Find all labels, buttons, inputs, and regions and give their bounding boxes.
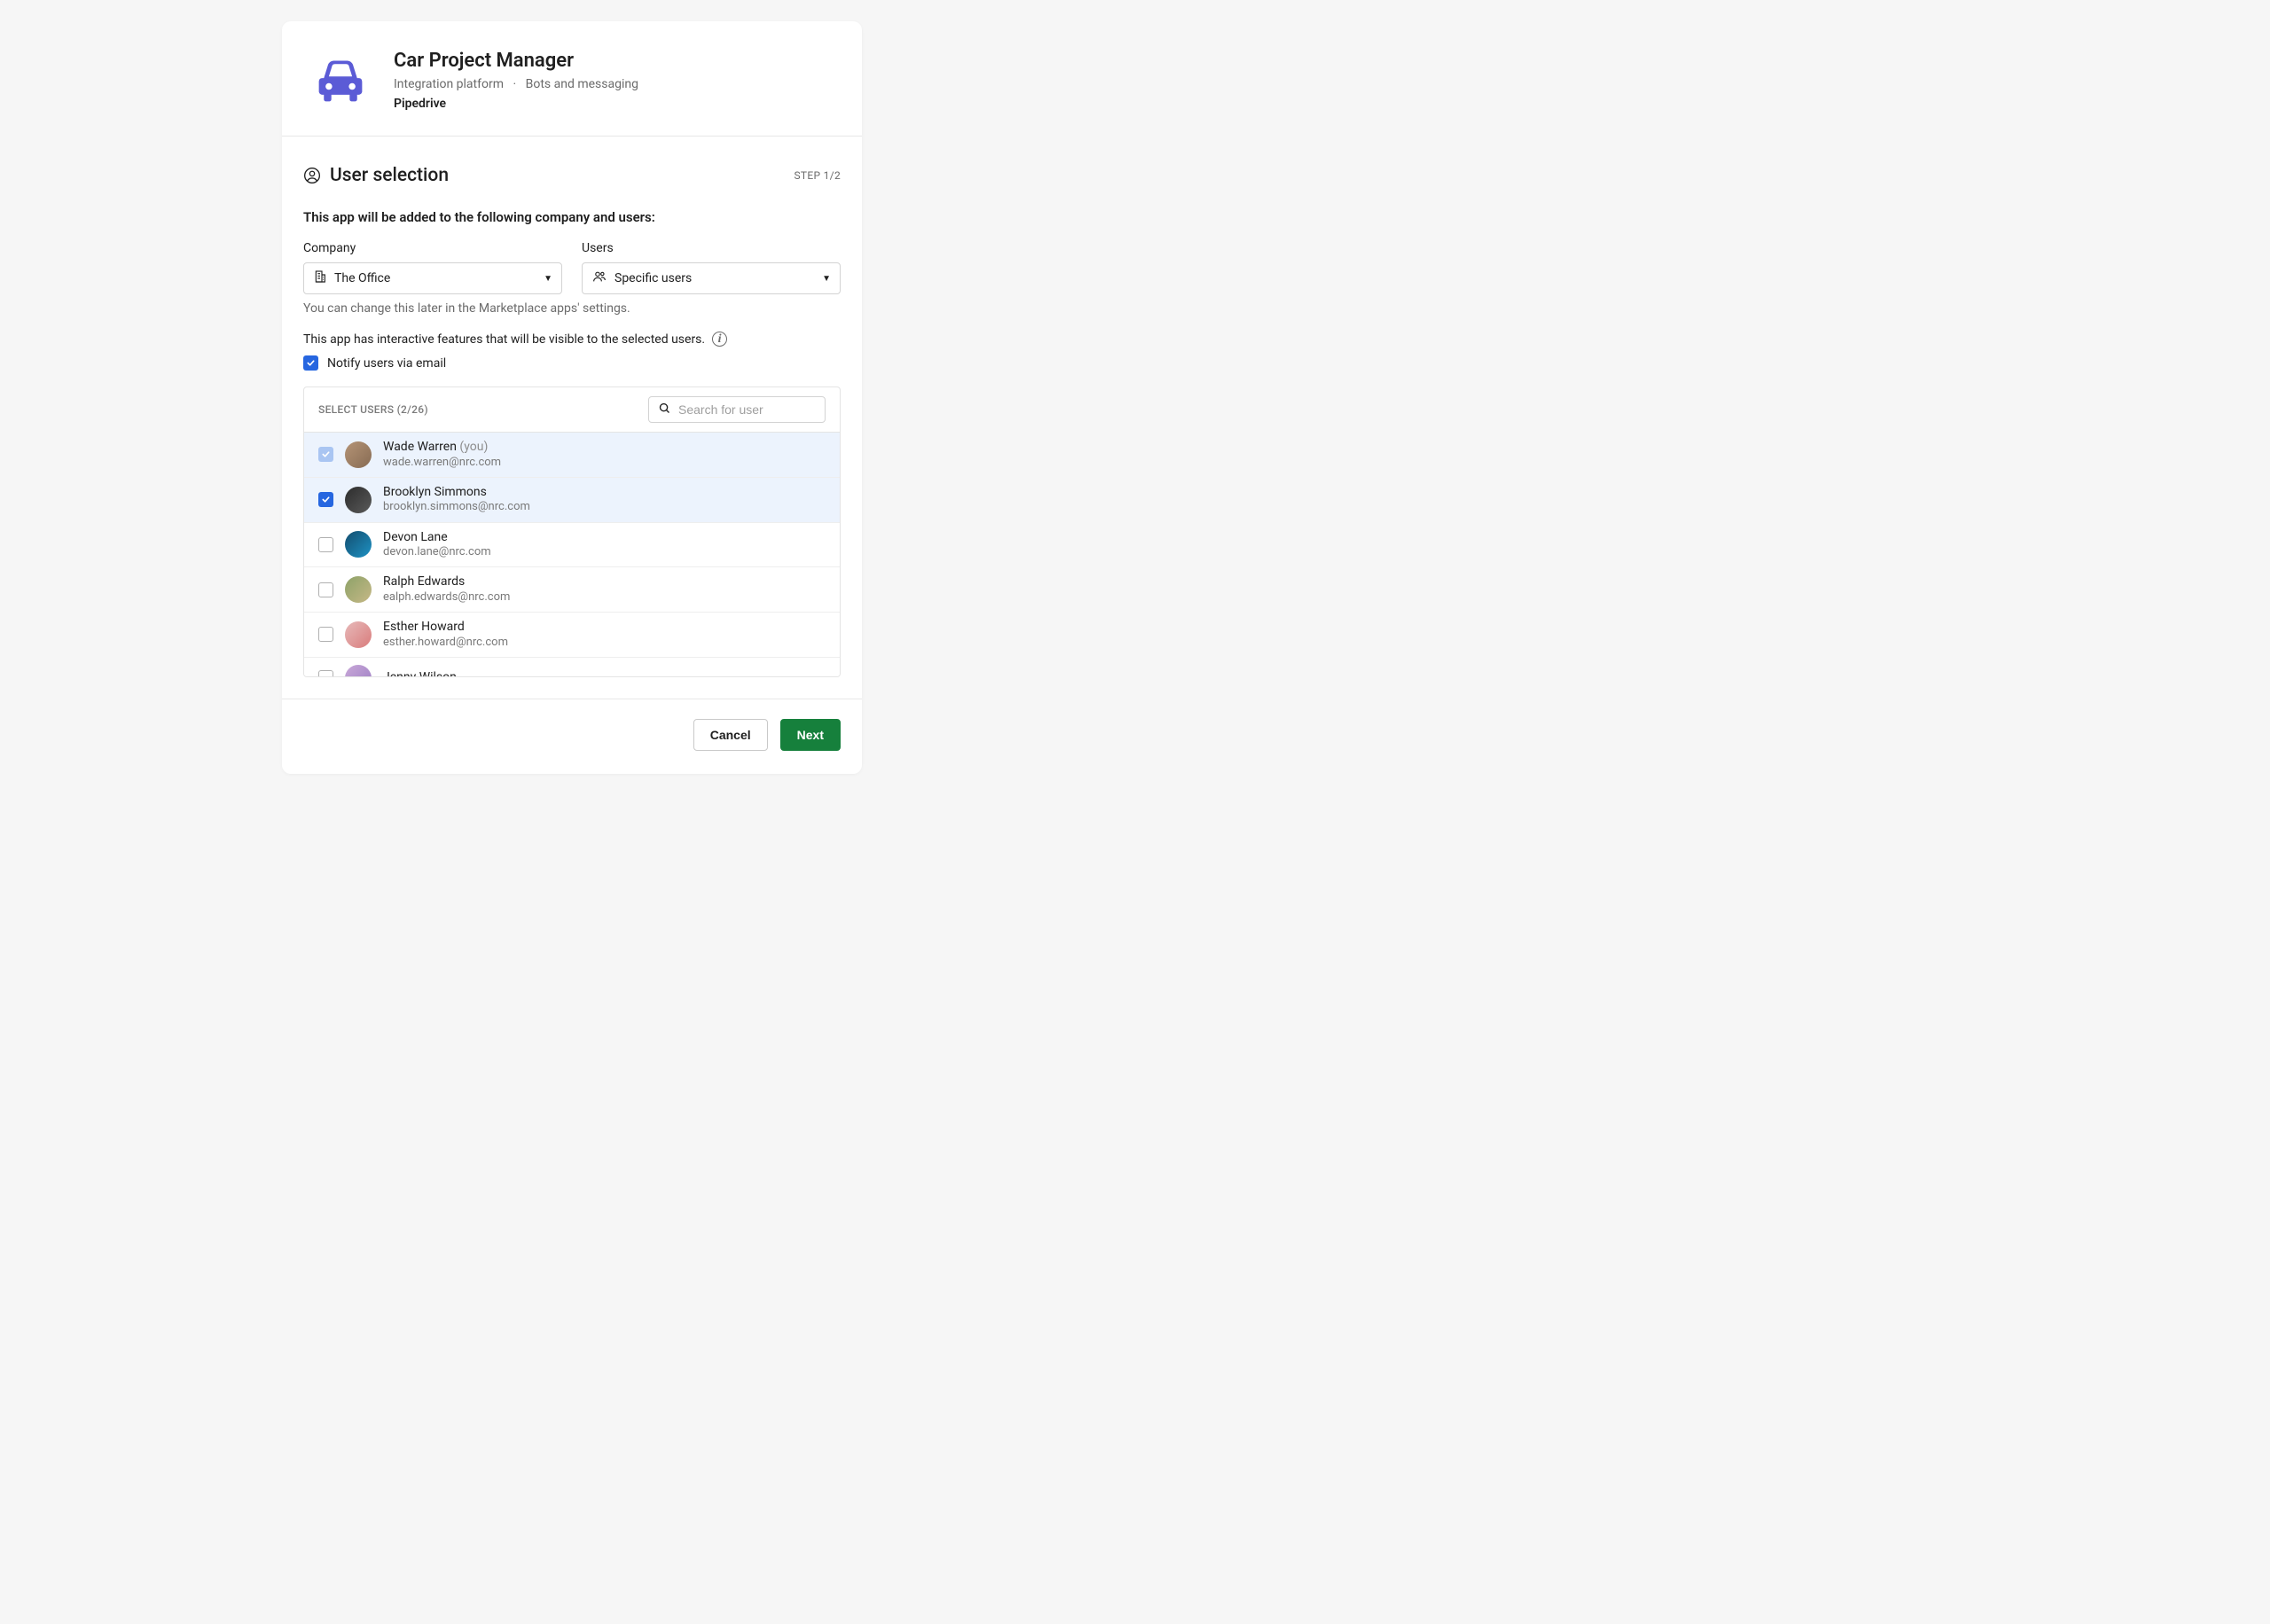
company-selected-value: The Office: [334, 271, 390, 285]
people-icon: [591, 269, 607, 287]
avatar: [345, 441, 372, 468]
notify-label: Notify users via email: [327, 356, 446, 371]
avatar: [345, 576, 372, 603]
info-icon[interactable]: i: [712, 332, 727, 347]
app-categories: Integration platform · Bots and messagin…: [394, 77, 638, 91]
avatar: [345, 487, 372, 513]
user-name: Devon Lane: [383, 530, 491, 546]
user-row[interactable]: Devon Lane devon.lane@nrc.com: [304, 523, 840, 568]
step-indicator: STEP 1/2: [794, 169, 841, 182]
user-list[interactable]: Wade Warren (you) wade.warren@nrc.com Br…: [304, 433, 840, 676]
search-icon: [658, 402, 671, 418]
user-checkbox[interactable]: [318, 537, 333, 552]
user-email: wade.warren@nrc.com: [383, 456, 501, 470]
user-name: Esther Howard: [383, 620, 508, 636]
company-field-label: Company: [303, 241, 562, 255]
cancel-button[interactable]: Cancel: [693, 719, 768, 751]
avatar: [345, 621, 372, 648]
notify-checkbox[interactable]: [303, 355, 318, 371]
search-input[interactable]: [678, 402, 816, 417]
user-row[interactable]: Esther Howard esther.howard@nrc.com: [304, 613, 840, 658]
user-row[interactable]: Wade Warren (you) wade.warren@nrc.com: [304, 433, 840, 478]
avatar: [345, 531, 372, 558]
company-select[interactable]: The Office ▼: [303, 262, 562, 294]
app-title: Car Project Manager: [394, 50, 638, 72]
user-checkbox: [318, 447, 333, 462]
user-name: Brooklyn Simmons: [383, 485, 530, 501]
user-selection-modal: Car Project Manager Integration platform…: [282, 21, 862, 774]
user-list-panel: SELECT USERS (2/26): [303, 386, 841, 677]
user-name: Ralph Edwards: [383, 574, 510, 590]
user-row[interactable]: Jenny Wilson: [304, 658, 840, 676]
features-text: This app has interactive features that w…: [303, 332, 705, 347]
building-icon: [313, 269, 327, 287]
you-suffix: (you): [459, 440, 488, 454]
settings-hint: You can change this later in the Marketp…: [303, 301, 841, 316]
user-checkbox[interactable]: [318, 670, 333, 676]
user-name: Wade Warren: [383, 440, 457, 454]
user-row[interactable]: Ralph Edwards ealph.edwards@nrc.com: [304, 567, 840, 613]
step-title: User selection: [330, 165, 449, 186]
app-vendor: Pipedrive: [394, 97, 638, 111]
user-email: devon.lane@nrc.com: [383, 545, 491, 559]
section-subheading: This app will be added to the following …: [303, 209, 841, 225]
user-checkbox[interactable]: [318, 582, 333, 597]
users-field-label: Users: [582, 241, 841, 255]
user-search-field[interactable]: [648, 396, 826, 423]
user-row[interactable]: Brooklyn Simmons brooklyn.simmons@nrc.co…: [304, 478, 840, 523]
user-checkbox[interactable]: [318, 492, 333, 507]
user-email: esther.howard@nrc.com: [383, 636, 508, 650]
avatar: [345, 665, 372, 676]
car-icon: [314, 53, 367, 106]
user-list-count-label: SELECT USERS (2/26): [318, 403, 428, 416]
users-select[interactable]: Specific users ▼: [582, 262, 841, 294]
users-selected-value: Specific users: [614, 271, 692, 285]
user-email: ealph.edwards@nrc.com: [383, 590, 510, 605]
modal-footer: Cancel Next: [282, 699, 862, 774]
next-button[interactable]: Next: [780, 719, 841, 751]
user-circle-icon: [303, 167, 321, 184]
user-name: Jenny Wilson: [383, 670, 457, 676]
user-email: brooklyn.simmons@nrc.com: [383, 500, 530, 514]
user-checkbox[interactable]: [318, 627, 333, 642]
chevron-down-icon: ▼: [822, 274, 831, 284]
chevron-down-icon: ▼: [544, 274, 552, 284]
modal-header: Car Project Manager Integration platform…: [282, 21, 862, 137]
